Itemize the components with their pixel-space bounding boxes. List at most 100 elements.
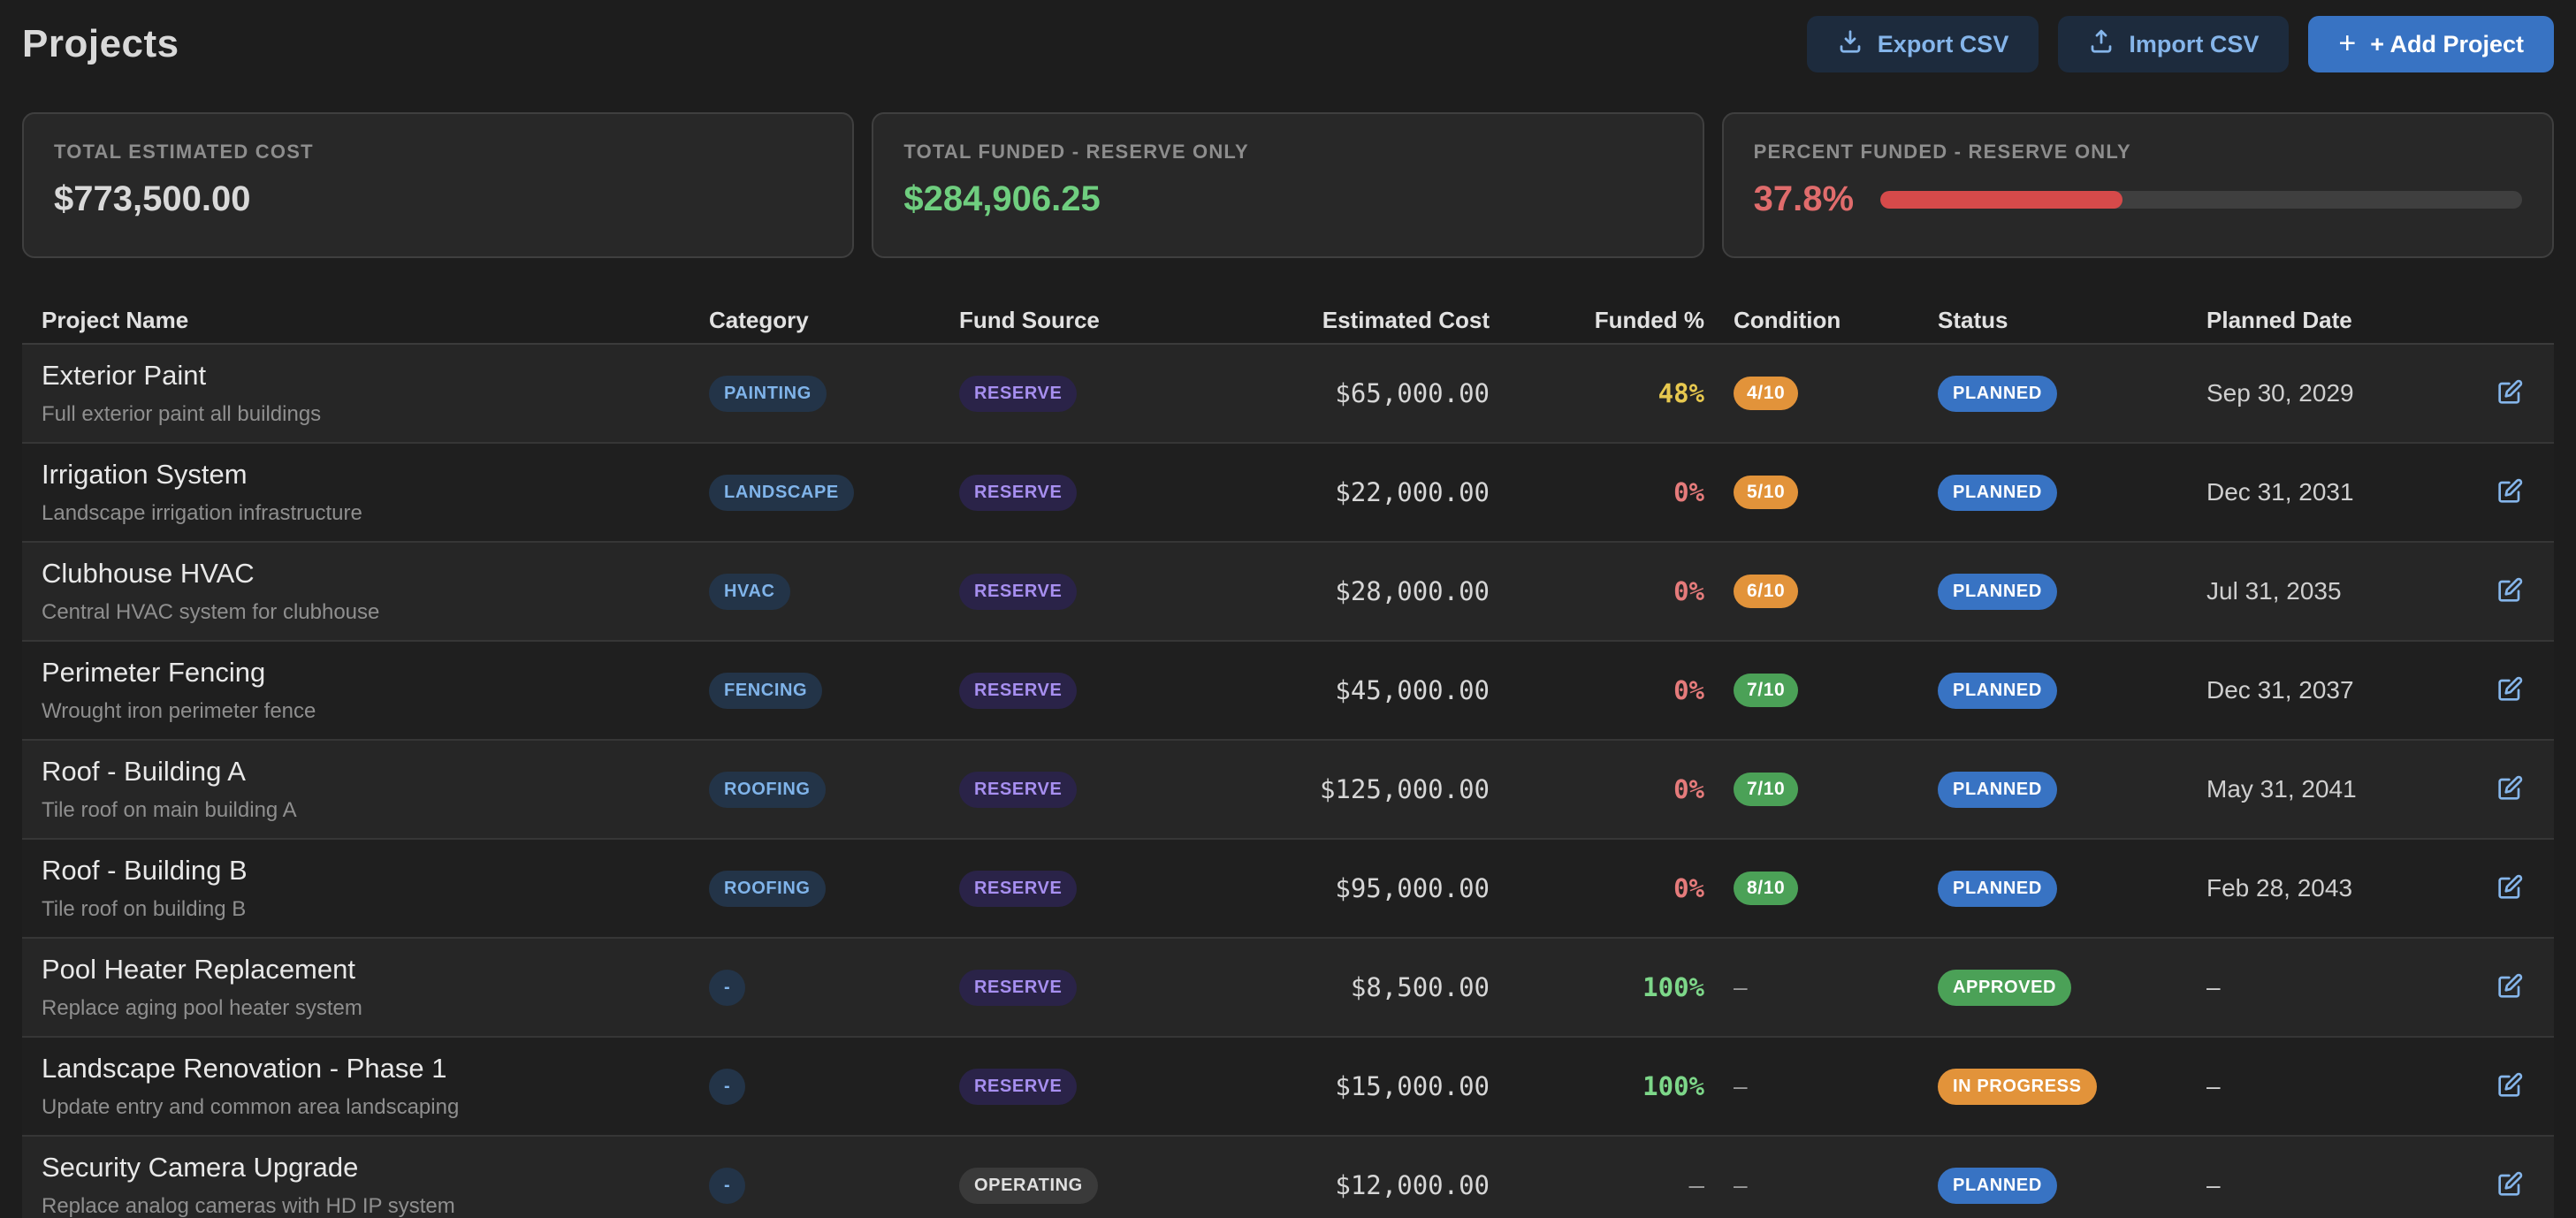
table-row: Pool Heater Replacement Replace aging po… [22, 939, 2554, 1038]
category-cell: - [709, 1168, 959, 1204]
category-badge: HVAC [709, 574, 790, 610]
table-row: Security Camera Upgrade Replace analog c… [22, 1137, 2554, 1218]
fund-source-cell: RESERVE [959, 772, 1289, 808]
category-badge: FENCING [709, 673, 822, 709]
status-cell: PLANNED [1929, 376, 2198, 412]
status-cell: PLANNED [1929, 574, 2198, 610]
project-description: Wrought iron perimeter fence [42, 699, 709, 724]
project-name: Exterior Paint [42, 360, 709, 392]
status-badge: PLANNED [1938, 673, 2057, 709]
estimated-cost: $95,000.00 [1289, 873, 1490, 903]
category-cell: LANDSCAPE [709, 475, 959, 511]
percent-funded-progress-fill [1880, 191, 2123, 209]
card-label: PERCENT FUNDED - RESERVE ONLY [1754, 141, 2522, 164]
status-badge: IN PROGRESS [1938, 1069, 2097, 1105]
project-name: Roof - Building A [42, 756, 709, 788]
total-funded-value: $284,906.25 [903, 179, 1672, 219]
edit-project-button[interactable] [2496, 378, 2524, 409]
edit-project-button[interactable] [2496, 972, 2524, 1003]
edit-project-button[interactable] [2496, 873, 2524, 904]
edit-pencil-icon [2496, 576, 2524, 607]
header-status: Status [1929, 307, 2198, 334]
condition-badge: 5/10 [1734, 476, 1798, 509]
header-condition: Condition [1704, 307, 1929, 334]
fund-source-badge: OPERATING [959, 1168, 1098, 1204]
project-name: Roof - Building B [42, 855, 709, 887]
funded-percent: 0% [1490, 774, 1704, 804]
planned-date: – [2198, 1072, 2465, 1100]
project-name-cell: Exterior Paint Full exterior paint all b… [22, 360, 709, 427]
planned-date: – [2198, 973, 2465, 1001]
upload-icon [2088, 28, 2115, 61]
percent-funded-card: PERCENT FUNDED - RESERVE ONLY 37.8% [1722, 112, 2554, 258]
condition-badge: 8/10 [1734, 872, 1798, 905]
fund-source-cell: RESERVE [959, 574, 1289, 610]
estimated-cost: $125,000.00 [1289, 774, 1490, 804]
condition-cell: – [1704, 1072, 1929, 1100]
condition-cell: – [1704, 1171, 1929, 1199]
category-cell: HVAC [709, 574, 959, 610]
status-cell: IN PROGRESS [1929, 1069, 2198, 1105]
status-cell: PLANNED [1929, 475, 2198, 511]
category-badge: - [709, 1168, 745, 1204]
edit-project-button[interactable] [2496, 1170, 2524, 1201]
condition-badge: 4/10 [1734, 377, 1798, 410]
condition-cell: 8/10 [1704, 872, 1929, 905]
table-row: Roof - Building A Tile roof on main buil… [22, 741, 2554, 840]
card-label: TOTAL ESTIMATED COST [54, 141, 822, 164]
planned-date: Jul 31, 2035 [2198, 577, 2465, 605]
funded-percent: 48% [1490, 378, 1704, 408]
estimated-cost: $45,000.00 [1289, 675, 1490, 705]
category-badge: LANDSCAPE [709, 475, 854, 511]
category-badge: ROOFING [709, 772, 826, 808]
header-planned-date: Planned Date [2198, 307, 2465, 334]
export-csv-button[interactable]: Export CSV [1807, 16, 2039, 72]
header-fund-source: Fund Source [959, 307, 1289, 334]
planned-date: – [2198, 1171, 2465, 1199]
percent-funded-value: 37.8% [1754, 179, 1854, 219]
edit-project-button[interactable] [2496, 774, 2524, 805]
project-name-cell: Roof - Building B Tile roof on building … [22, 855, 709, 922]
status-cell: PLANNED [1929, 772, 2198, 808]
planned-date: Dec 31, 2031 [2198, 478, 2465, 506]
estimated-cost: $22,000.00 [1289, 477, 1490, 507]
project-description: Central HVAC system for clubhouse [42, 600, 709, 625]
condition-cell: – [1704, 973, 1929, 1001]
status-badge: PLANNED [1938, 475, 2057, 511]
condition-cell: 6/10 [1704, 575, 1929, 608]
project-description: Landscape irrigation infrastructure [42, 501, 709, 526]
edit-pencil-icon [2496, 1071, 2524, 1102]
category-badge: ROOFING [709, 871, 826, 907]
edit-project-button[interactable] [2496, 477, 2524, 508]
download-icon [1837, 28, 1863, 61]
category-cell: FENCING [709, 673, 959, 709]
edit-project-button[interactable] [2496, 576, 2524, 607]
edit-project-button[interactable] [2496, 1071, 2524, 1102]
project-name: Perimeter Fencing [42, 657, 709, 689]
planned-date: May 31, 2041 [2198, 775, 2465, 803]
top-bar: Projects Export CSV Import CSV + + Add P… [22, 16, 2554, 72]
edit-pencil-icon [2496, 972, 2524, 1003]
table-row: Perimeter Fencing Wrought iron perimeter… [22, 642, 2554, 741]
add-project-button[interactable]: + + Add Project [2308, 16, 2554, 72]
project-description: Tile roof on building B [42, 897, 709, 922]
category-cell: ROOFING [709, 772, 959, 808]
edit-project-button[interactable] [2496, 675, 2524, 706]
percent-funded-progress-track [1880, 191, 2522, 209]
project-description: Update entry and common area landscaping [42, 1095, 709, 1120]
import-csv-button[interactable]: Import CSV [2058, 16, 2289, 72]
estimated-cost: $65,000.00 [1289, 378, 1490, 408]
condition-cell: 4/10 [1704, 377, 1929, 410]
project-description: Replace analog cameras with HD IP system [42, 1194, 709, 1218]
card-label: TOTAL FUNDED - RESERVE ONLY [903, 141, 1672, 164]
category-cell: - [709, 970, 959, 1006]
condition-badge: – [1734, 973, 1748, 1001]
condition-cell: 7/10 [1704, 674, 1929, 707]
fund-source-badge: RESERVE [959, 574, 1077, 610]
export-csv-label: Export CSV [1878, 31, 2009, 58]
project-name-cell: Security Camera Upgrade Replace analog c… [22, 1152, 709, 1218]
condition-badge: 7/10 [1734, 674, 1798, 707]
table-row: Exterior Paint Full exterior paint all b… [22, 345, 2554, 444]
funded-percent: 0% [1490, 675, 1704, 705]
total-estimated-cost-card: TOTAL ESTIMATED COST $773,500.00 [22, 112, 854, 258]
